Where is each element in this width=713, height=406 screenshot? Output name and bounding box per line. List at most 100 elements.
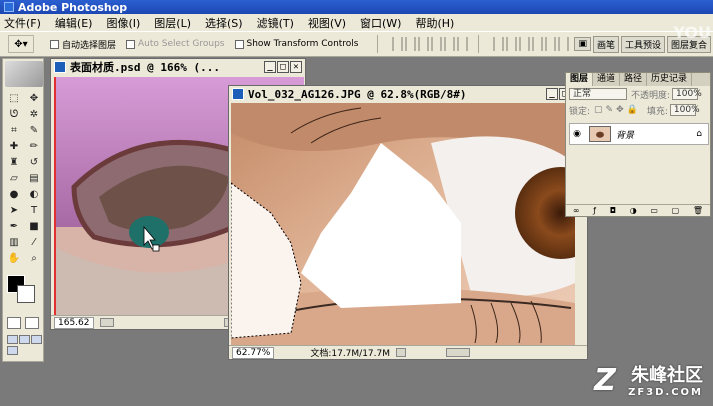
- magic-wand-tool-icon[interactable]: ✲: [25, 107, 43, 121]
- horizontal-scroll-thumb[interactable]: [446, 348, 471, 357]
- lock-icons[interactable]: ▢✎✥🔒: [594, 105, 641, 115]
- brush-tool-icon[interactable]: ✏: [25, 139, 43, 153]
- layer-name: 背景: [616, 130, 635, 141]
- document-window-photo[interactable]: Vol_032_AG126.JPG @ 62.8%(RGB/8#) _ □ ✕: [228, 85, 588, 360]
- history-brush-tool-icon[interactable]: ↺: [25, 155, 43, 169]
- gradient-tool-icon[interactable]: ▤: [25, 171, 43, 185]
- window-buttons: _ □ ✕: [263, 61, 302, 73]
- minimize-icon[interactable]: _: [546, 88, 558, 100]
- show-transform-controls-checkbox[interactable]: Show Transform Controls: [234, 39, 359, 49]
- layer-style-icon[interactable]: ƒ: [593, 206, 596, 215]
- new-group-icon[interactable]: ▭: [650, 206, 658, 215]
- hand-tool-icon[interactable]: ✋: [5, 251, 23, 265]
- zoom-readout[interactable]: 165.62: [54, 316, 94, 329]
- status-menu-arrow-icon[interactable]: [99, 318, 114, 327]
- fill-input[interactable]: 100%: [669, 104, 700, 116]
- full-screen-icon[interactable]: [31, 335, 42, 344]
- document-titlebar[interactable]: 表面材质.psd @ 166% (... _ □ ✕: [51, 59, 305, 75]
- pen-tool-icon[interactable]: ✒: [5, 219, 23, 233]
- quick-mask-mode-icon[interactable]: [25, 317, 39, 329]
- distribute-left-icon[interactable]: [531, 37, 543, 51]
- separator: [477, 35, 479, 53]
- auto-select-groups-label: Auto Select Groups: [138, 39, 225, 49]
- palette-tab-tool-presets[interactable]: 工具预设: [620, 35, 665, 53]
- watermark-chinese: 朱峰社区: [631, 365, 703, 386]
- align-vcenter-icon[interactable]: [404, 37, 416, 51]
- type-tool-icon[interactable]: T: [25, 203, 43, 217]
- blend-mode-select[interactable]: 正常: [569, 88, 627, 100]
- tab-history[interactable]: 历史记录: [647, 73, 693, 86]
- link-layers-icon[interactable]: ∞: [573, 206, 580, 215]
- document-title: 表面材质.psd @ 166% (...: [70, 61, 220, 74]
- menu-file[interactable]: 文件(F): [4, 15, 41, 31]
- tool-grid: ⬚ ✥ ᘎ ✲ ⌗ ✎ ✚ ✏ ♜ ↺ ▱ ▤ ● ◐ ➤ T ✒ ■ ▥ ⁄ …: [3, 89, 43, 267]
- menu-filter[interactable]: 滤镜(T): [257, 15, 294, 31]
- distribute-right-icon[interactable]: [557, 37, 569, 51]
- zoom-tool-icon[interactable]: ⌕: [25, 251, 43, 265]
- crop-tool-icon[interactable]: ⌗: [5, 123, 23, 137]
- standard-mode-icon[interactable]: [7, 317, 21, 329]
- move-tool-icon[interactable]: ✥: [25, 91, 43, 105]
- site-watermark: Z 朱峰社区 ZF3D.COM: [594, 361, 703, 398]
- menu-view[interactable]: 视图(V): [308, 15, 346, 31]
- align-hcenter-icon[interactable]: [443, 37, 455, 51]
- distribute-vcenter-icon[interactable]: [505, 37, 517, 51]
- blur-tool-icon[interactable]: ●: [5, 187, 23, 201]
- dodge-tool-icon[interactable]: ◐: [25, 187, 43, 201]
- status-menu-arrow-icon[interactable]: [396, 348, 407, 357]
- close-icon[interactable]: ✕: [290, 61, 302, 73]
- align-top-icon[interactable]: [391, 37, 403, 51]
- maximize-icon[interactable]: □: [277, 61, 289, 73]
- menu-window[interactable]: 窗口(W): [360, 15, 401, 31]
- adjustment-layer-icon[interactable]: ◑: [630, 206, 637, 215]
- tab-layers[interactable]: 图层: [566, 73, 594, 86]
- clone-stamp-tool-icon[interactable]: ♜: [5, 155, 23, 169]
- opacity-input[interactable]: 100%: [672, 88, 702, 100]
- new-layer-icon[interactable]: ▢: [672, 206, 680, 215]
- layer-mask-icon[interactable]: ◘: [610, 206, 616, 215]
- layer-row-background[interactable]: ◉ 背景 ⌂: [569, 123, 709, 145]
- palette-tab-brushes[interactable]: 画笔: [592, 35, 619, 53]
- eyedropper-tool-icon[interactable]: ⁄: [25, 235, 43, 249]
- align-left-icon[interactable]: [430, 37, 442, 51]
- menu-help[interactable]: 帮助(H): [415, 15, 454, 31]
- eraser-tool-icon[interactable]: ▱: [5, 171, 23, 185]
- zoom-readout[interactable]: 62.77%: [232, 346, 275, 359]
- align-bottom-icon[interactable]: [417, 37, 429, 51]
- tab-paths[interactable]: 路径: [620, 73, 648, 86]
- document-size-readout: 文档:17.7M/17.7M: [310, 349, 391, 359]
- standard-screen-icon[interactable]: [7, 335, 18, 344]
- photoshop-icon: [4, 2, 14, 12]
- move-tool-preset-icon[interactable]: ✥▾: [8, 35, 34, 53]
- lasso-tool-icon[interactable]: ᘎ: [5, 107, 23, 121]
- visibility-eye-icon[interactable]: ◉: [570, 129, 584, 139]
- full-screen-menu-icon[interactable]: [19, 335, 30, 344]
- tab-channels[interactable]: 通道: [593, 73, 621, 86]
- lock-icon: ⌂: [696, 129, 702, 139]
- menu-edit[interactable]: 编辑(E): [55, 15, 93, 31]
- palette-well-icon[interactable]: ▣: [574, 37, 591, 51]
- marquee-tool-icon[interactable]: ⬚: [5, 91, 23, 105]
- slice-tool-icon[interactable]: ✎: [25, 123, 43, 137]
- notes-tool-icon[interactable]: ▥: [5, 235, 23, 249]
- document-titlebar[interactable]: Vol_032_AG126.JPG @ 62.8%(RGB/8#) _ □ ✕: [229, 86, 587, 102]
- menu-layer[interactable]: 图层(L): [154, 15, 191, 31]
- toolbox-feather-logo: [5, 61, 43, 87]
- auto-select-layer-checkbox[interactable]: 自动选择图层: [50, 38, 116, 51]
- minimize-icon[interactable]: _: [264, 61, 276, 73]
- distribute-hcenter-icon[interactable]: [544, 37, 556, 51]
- photo-canvas[interactable]: [231, 103, 575, 347]
- delete-layer-icon[interactable]: 🗑: [693, 206, 703, 215]
- menu-select[interactable]: 选择(S): [205, 15, 243, 31]
- healing-brush-tool-icon[interactable]: ✚: [5, 139, 23, 153]
- distribute-top-icon[interactable]: [492, 37, 504, 51]
- distribute-bottom-icon[interactable]: [518, 37, 530, 51]
- background-color-swatch[interactable]: [17, 285, 35, 303]
- document-title: Vol_032_AG126.JPG @ 62.8%(RGB/8#): [248, 87, 467, 101]
- auto-select-groups-checkbox[interactable]: Auto Select Groups: [126, 39, 225, 49]
- imageready-icon[interactable]: [7, 346, 18, 355]
- align-right-icon[interactable]: [456, 37, 468, 51]
- path-selection-tool-icon[interactable]: ➤: [5, 203, 23, 217]
- menu-image[interactable]: 图像(I): [106, 15, 140, 31]
- shape-tool-icon[interactable]: ■: [25, 219, 43, 233]
